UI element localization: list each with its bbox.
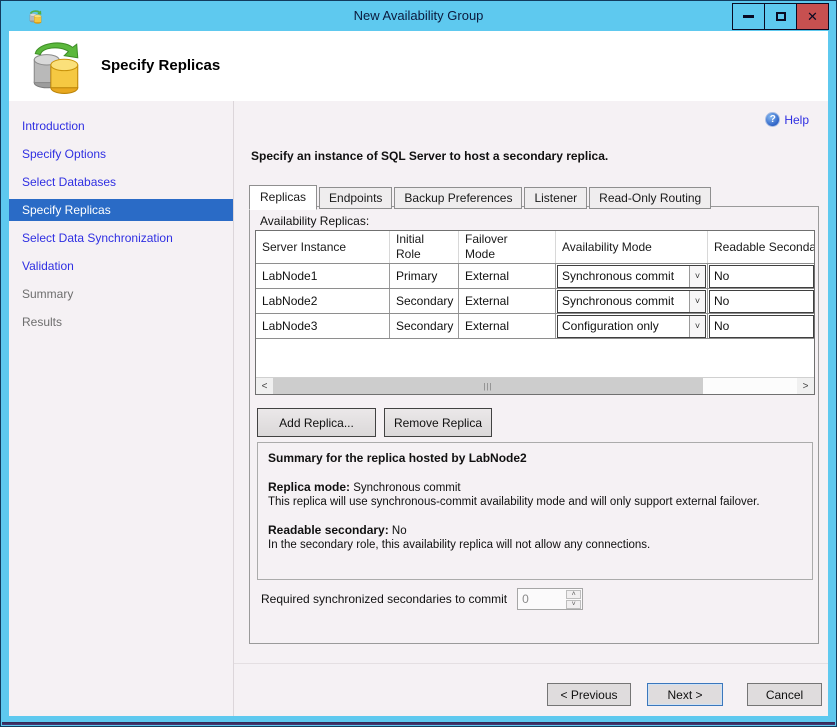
replica-summary-panel: Summary for the replica hosted by LabNod… xyxy=(257,442,813,580)
cell-availability-mode: Synchronous commit ˅ xyxy=(556,264,708,288)
wizard-header: Specify Replicas xyxy=(9,31,828,101)
cell-initial-role: Secondary xyxy=(390,314,459,338)
replica-mode-row: Replica mode: Synchronous commit xyxy=(268,480,802,495)
column-header-server-instance[interactable]: Server Instance xyxy=(256,231,390,263)
availability-mode-select[interactable]: Synchronous commit ˅ xyxy=(557,265,706,288)
availability-mode-select[interactable]: Synchronous commit ˅ xyxy=(557,290,706,313)
availability-replicas-label: Availability Replicas: xyxy=(260,214,369,228)
tab-replicas[interactable]: Replicas xyxy=(249,185,317,210)
required-secondaries-row: Required synchronized secondaries to com… xyxy=(261,588,583,610)
cell-server-instance: LabNode3 xyxy=(256,314,390,338)
scrollbar-track[interactable]: ||| xyxy=(273,378,797,394)
readable-secondary-value: No xyxy=(392,525,407,537)
previous-button[interactable]: < Previous xyxy=(547,683,631,706)
cancel-button[interactable]: Cancel xyxy=(747,683,822,706)
chevron-down-icon: ˅ xyxy=(689,291,705,312)
required-secondaries-spinner[interactable]: 0 ˄ ˅ xyxy=(517,588,583,610)
titlebar: New Availability Group ✕ xyxy=(2,2,835,31)
cell-initial-role: Secondary xyxy=(390,289,459,313)
cell-server-instance: LabNode1 xyxy=(256,264,390,288)
cell-readable-secondary: No xyxy=(708,289,814,313)
replica-mode-description: This replica will use synchronous-commit… xyxy=(268,495,802,509)
table-row[interactable]: LabNode2 Secondary External Synchronous … xyxy=(256,289,814,314)
sidebar-item-specify-options[interactable]: Specify Options xyxy=(9,143,233,165)
spinner-down-icon[interactable]: ˅ xyxy=(566,600,581,609)
cell-initial-role: Primary xyxy=(390,264,459,288)
cell-failover-mode: External xyxy=(459,314,556,338)
replica-mode-value: Synchronous commit xyxy=(353,482,460,494)
remove-replica-button[interactable]: Remove Replica xyxy=(384,408,492,437)
column-header-readable-secondary[interactable]: Readable Secondary xyxy=(708,231,814,263)
tab-backup-preferences[interactable]: Backup Preferences xyxy=(394,187,522,209)
instruction-text: Specify an instance of SQL Server to hos… xyxy=(251,149,608,163)
scrollbar-grip-icon: ||| xyxy=(483,382,492,391)
column-header-initial-role[interactable]: Initial Role xyxy=(390,231,459,263)
horizontal-scrollbar[interactable]: < ||| > xyxy=(256,377,814,394)
database-replica-icon xyxy=(31,37,81,95)
readable-secondary-select[interactable]: No xyxy=(709,315,814,338)
sidebar-item-select-data-synchronization[interactable]: Select Data Synchronization xyxy=(9,227,233,249)
column-header-availability-mode[interactable]: Availability Mode xyxy=(556,231,708,263)
sidebar-item-introduction[interactable]: Introduction xyxy=(9,115,233,137)
cell-availability-mode: Configuration only ˅ xyxy=(556,314,708,338)
cell-server-instance: LabNode2 xyxy=(256,289,390,313)
chevron-down-icon: ˅ xyxy=(689,316,705,337)
scrollbar-thumb[interactable]: ||| xyxy=(273,378,703,394)
cell-readable-secondary: No xyxy=(708,264,814,288)
sidebar-item-validation[interactable]: Validation xyxy=(9,255,233,277)
sidebar-item-results: Results xyxy=(9,311,233,333)
minimize-button[interactable] xyxy=(732,3,765,30)
table-row[interactable]: LabNode1 Primary External Synchronous co… xyxy=(256,264,814,289)
availability-mode-select[interactable]: Configuration only ˅ xyxy=(557,315,706,338)
cell-availability-mode: Synchronous commit ˅ xyxy=(556,289,708,313)
sidebar-item-specify-replicas[interactable]: Specify Replicas xyxy=(9,199,233,221)
table-row[interactable]: LabNode3 Secondary External Configuratio… xyxy=(256,314,814,339)
minimize-icon xyxy=(743,15,754,18)
help-label: Help xyxy=(784,113,809,127)
summary-title: Summary for the replica hosted by LabNod… xyxy=(268,451,802,466)
window-bottom-edge xyxy=(2,722,835,725)
next-button[interactable]: Next > xyxy=(647,683,723,706)
chevron-down-icon: ˅ xyxy=(689,266,705,287)
window-frame: New Availability Group ✕ Specify Replica… xyxy=(0,0,837,727)
readable-secondary-description: In the secondary role, this availability… xyxy=(268,538,802,552)
tab-endpoints[interactable]: Endpoints xyxy=(319,187,392,209)
availability-replicas-grid: Server Instance Initial Role Failover Mo… xyxy=(255,230,815,395)
replicas-tab-page: Availability Replicas: Server Instance I… xyxy=(249,206,819,644)
maximize-button[interactable] xyxy=(764,3,797,30)
tab-listener[interactable]: Listener xyxy=(524,187,587,209)
scroll-right-arrow-icon[interactable]: > xyxy=(797,378,814,394)
main-content: ? Help Specify an instance of SQL Server… xyxy=(234,101,828,716)
window-title: New Availability Group xyxy=(2,8,835,23)
help-link[interactable]: ? Help xyxy=(765,112,809,127)
spinner-up-icon[interactable]: ˄ xyxy=(566,590,581,599)
sidebar-item-select-databases[interactable]: Select Databases xyxy=(9,171,233,193)
cell-failover-mode: External xyxy=(459,264,556,288)
footer-divider xyxy=(234,663,828,664)
spinner-buttons: ˄ ˅ xyxy=(565,589,582,609)
readable-secondary-select[interactable]: No xyxy=(709,290,814,313)
cell-failover-mode: External xyxy=(459,289,556,313)
add-replica-button[interactable]: Add Replica... xyxy=(257,408,376,437)
readable-secondary-select[interactable]: No xyxy=(709,265,814,288)
scroll-left-arrow-icon[interactable]: < xyxy=(256,378,273,394)
readable-secondary-label: Readable secondary: xyxy=(268,523,389,537)
column-header-failover-mode[interactable]: Failover Mode xyxy=(459,231,556,263)
help-icon: ? xyxy=(765,112,780,127)
wizard-steps-sidebar: Introduction Specify Options Select Data… xyxy=(9,101,234,716)
replica-mode-label: Replica mode: xyxy=(268,480,350,494)
page-title: Specify Replicas xyxy=(101,57,220,74)
cell-readable-secondary: No xyxy=(708,314,814,338)
sidebar-item-summary: Summary xyxy=(9,283,233,305)
close-icon: ✕ xyxy=(807,10,818,23)
required-secondaries-label: Required synchronized secondaries to com… xyxy=(261,592,507,606)
spinner-value: 0 xyxy=(518,589,565,609)
grid-header-row: Server Instance Initial Role Failover Mo… xyxy=(256,231,814,264)
readable-secondary-row: Readable secondary: No xyxy=(268,523,802,538)
tab-read-only-routing[interactable]: Read-Only Routing xyxy=(589,187,711,209)
tab-strip: Replicas Endpoints Backup Preferences Li… xyxy=(249,185,713,209)
window-controls: ✕ xyxy=(733,3,829,30)
close-button[interactable]: ✕ xyxy=(796,3,829,30)
maximize-icon xyxy=(776,12,786,21)
